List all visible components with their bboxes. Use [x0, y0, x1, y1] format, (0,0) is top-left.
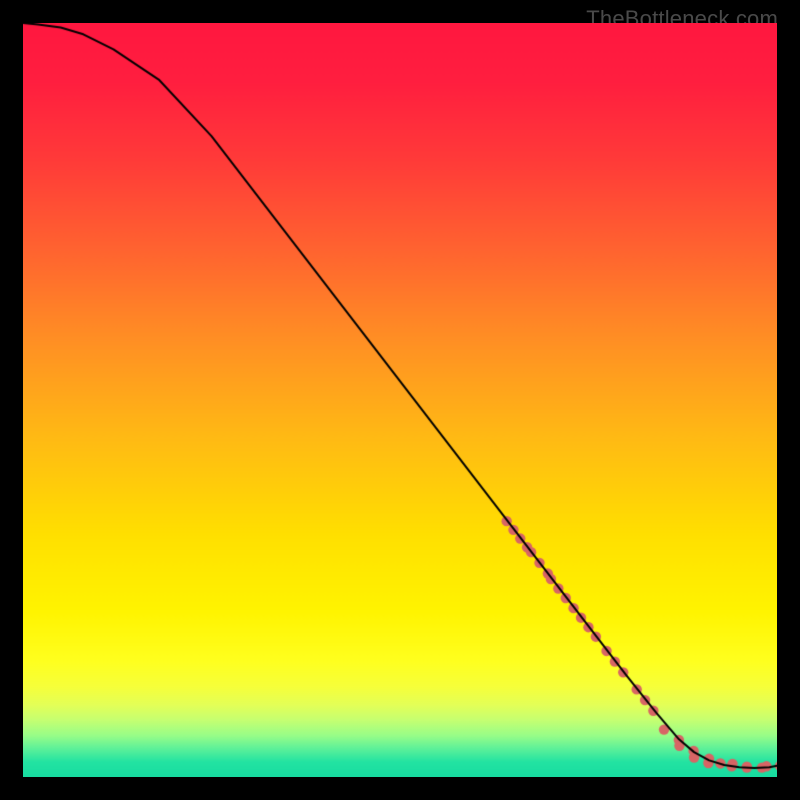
overlay-canvas — [23, 23, 777, 777]
stage: TheBottleneck.com — [0, 0, 800, 800]
plot-frame — [23, 23, 777, 777]
